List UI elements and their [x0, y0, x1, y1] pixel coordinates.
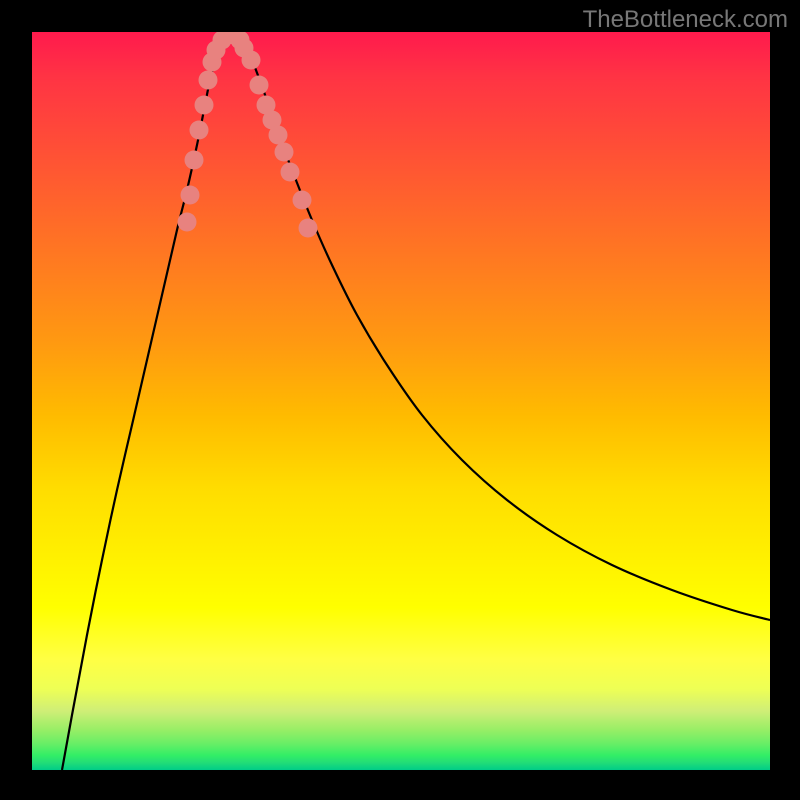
data-dot: [242, 51, 261, 70]
curve-line: [62, 32, 770, 770]
data-dot: [293, 191, 312, 210]
data-dot: [299, 219, 318, 238]
data-dot: [181, 186, 200, 205]
data-dot: [178, 213, 197, 232]
data-dot: [250, 76, 269, 95]
watermark-text: TheBottleneck.com: [583, 6, 788, 34]
data-dot: [281, 163, 300, 182]
data-dot: [190, 121, 209, 140]
data-dot: [269, 126, 288, 145]
data-dot: [275, 143, 294, 162]
data-dot: [199, 71, 218, 90]
curve-svg: [32, 32, 770, 770]
chart-container: TheBottleneck.com: [0, 0, 800, 800]
data-dot: [185, 151, 204, 170]
data-dot: [195, 96, 214, 115]
dots-group: [178, 32, 318, 238]
